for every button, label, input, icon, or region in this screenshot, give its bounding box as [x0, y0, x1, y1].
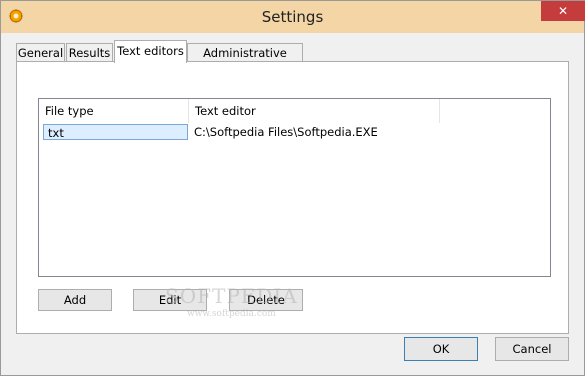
list-item-file-type[interactable]: txt	[43, 124, 188, 140]
close-icon: ✕	[557, 4, 569, 18]
window-title: Settings	[261, 8, 324, 26]
close-button[interactable]: ✕	[541, 1, 585, 21]
cancel-button[interactable]: Cancel	[495, 337, 569, 361]
ok-button[interactable]: OK	[404, 337, 478, 361]
list-item-text-editor[interactable]: C:\Softpedia Files\Softpedia.EXE	[190, 124, 440, 140]
tab-text-editors[interactable]: Text editors	[114, 40, 187, 63]
dialog-client-area: General Results Text editors Administrat…	[8, 33, 578, 369]
column-header-blank	[440, 99, 550, 123]
column-header-text-editor[interactable]: Text editor	[189, 99, 440, 123]
settings-window: Settings ✕ General Results Text editors …	[0, 0, 585, 376]
title-bar[interactable]: Settings ✕	[1, 1, 585, 33]
tab-label: Text editors	[117, 44, 184, 58]
tab-label: Results	[68, 46, 111, 60]
delete-button[interactable]: Delete	[229, 289, 303, 311]
tab-administrative-options[interactable]: Administrative Options	[187, 43, 303, 78]
edit-button[interactable]: Edit	[133, 289, 207, 311]
column-header-file-type[interactable]: File type	[39, 99, 189, 123]
tab-general[interactable]: General	[16, 43, 65, 62]
text-editors-list[interactable]: File type Text editor txt C:\Softpedia F…	[38, 98, 551, 277]
add-button[interactable]: Add	[38, 289, 112, 311]
tab-label: General	[17, 46, 64, 60]
text-editors-panel: File type Text editor txt C:\Softpedia F…	[16, 61, 569, 334]
tab-results[interactable]: Results	[66, 43, 113, 62]
